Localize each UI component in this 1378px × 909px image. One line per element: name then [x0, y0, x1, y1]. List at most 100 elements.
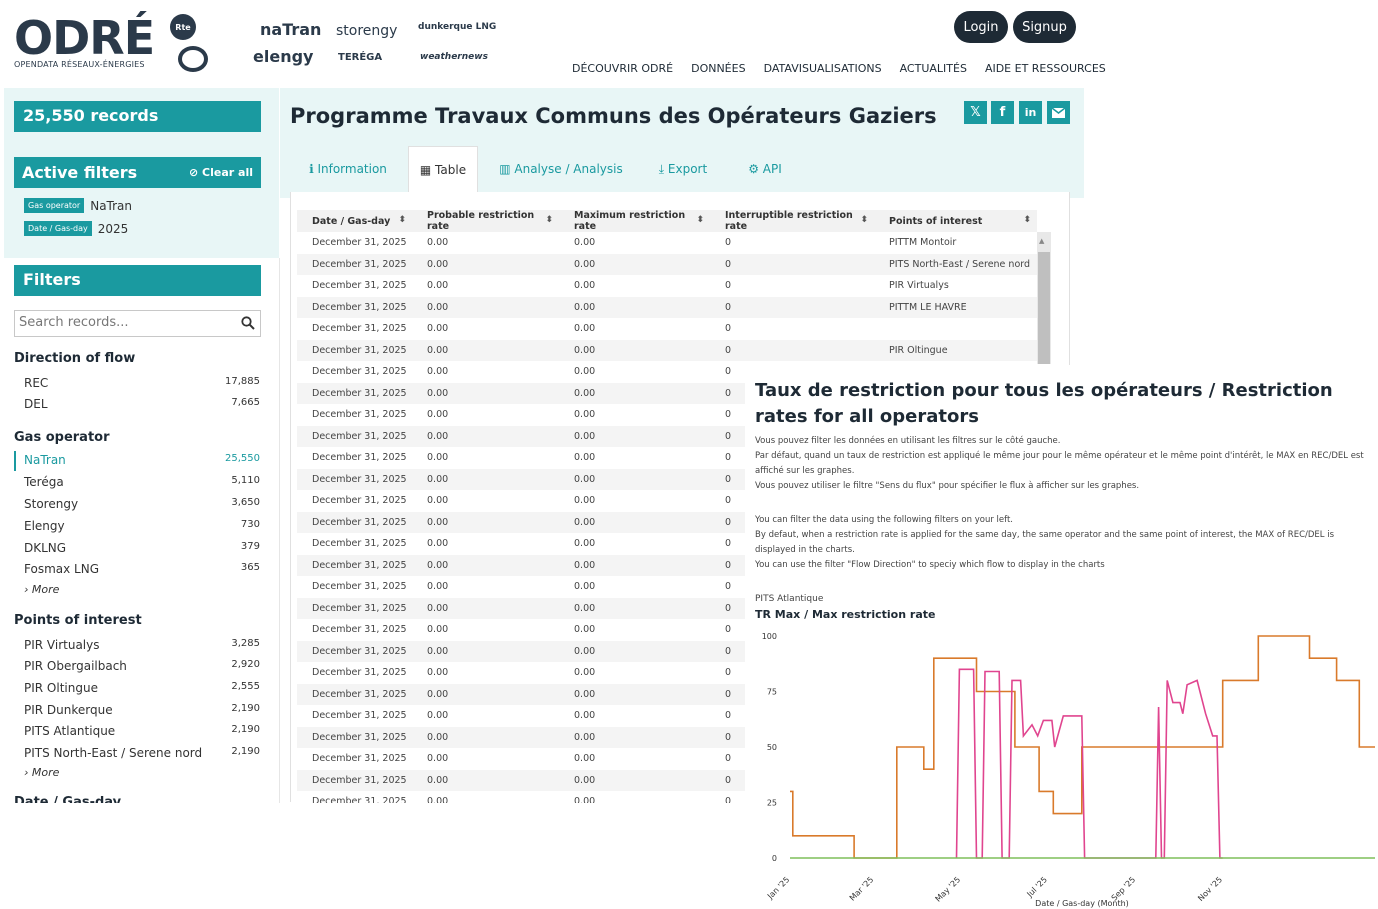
table-cell: PIR Oltingue	[874, 339, 1037, 361]
table-cell: December 31, 2025	[312, 538, 407, 550]
rte-logo[interactable]: Rte	[170, 14, 196, 40]
table-cell: December 31, 2025	[312, 323, 407, 335]
nav-donnees[interactable]: DONNÉES	[691, 62, 745, 75]
column-header[interactable]: Date / Gas-day ⬍	[297, 210, 412, 232]
login-button[interactable]: Login	[954, 11, 1008, 43]
table-cell: 0.00	[559, 554, 710, 576]
odre-logo[interactable]: ODRÉ OPENDATA RÉSEAUX-ÉNERGIES	[14, 14, 155, 69]
table-cell: December 31, 2025	[297, 468, 412, 490]
email-share-icon[interactable]	[1047, 101, 1070, 124]
page-title: Programme Travaux Communs des Opérateurs…	[290, 104, 937, 128]
facebook-share-icon[interactable]: f	[991, 101, 1014, 124]
facet-item[interactable]: DKLNG 379	[24, 541, 260, 555]
table-row[interactable]: December 31, 2025 0.00 0.00 0 PITS North-Eas…	[297, 253, 1037, 275]
main-nav: DÉCOUVRIR ODRÉ DONNÉES DATAVISUALISATION…	[572, 62, 1106, 75]
active-filters-header: Active filters ⊘ Clear all	[14, 157, 261, 188]
nav-aide[interactable]: AIDE ET RESSOURCES	[985, 62, 1106, 75]
tab-information[interactable]: ℹ Information	[298, 146, 398, 192]
nav-actualites[interactable]: ACTUALITÉS	[900, 62, 967, 75]
natran-logo[interactable]: naTran	[260, 20, 321, 39]
search-icon[interactable]	[241, 316, 255, 330]
records-count: 25,550 records	[14, 101, 261, 132]
signup-button[interactable]: Signup	[1013, 11, 1076, 43]
nav-decouvrir[interactable]: DÉCOUVRIR ODRÉ	[572, 62, 673, 75]
table-cell: 0.00	[559, 683, 710, 705]
column-header[interactable]: Points of interest ⬍	[874, 210, 1037, 232]
nav-datavisualisations[interactable]: DATAVISUALISATIONS	[764, 62, 882, 75]
table-cell: December 31, 2025	[312, 495, 407, 507]
weathernews-logo[interactable]: weathernews	[420, 52, 488, 62]
filters-title: Filters	[14, 265, 261, 296]
facet-item[interactable]: PITS North-East / Serene nord 2,190	[24, 746, 260, 760]
tab-analysis[interactable]: ▥ Analyse / Analysis	[498, 146, 624, 192]
more-link[interactable]: › More	[24, 583, 59, 596]
table-cell: 0.00	[559, 382, 710, 404]
table-row[interactable]: December 31, 2025 0.00 0.00 0 PIR Oltingue	[297, 339, 1037, 361]
filter-chip-value: 2025	[97, 221, 129, 236]
more-link[interactable]: › More	[24, 766, 59, 779]
column-header[interactable]: Interruptible restriction rate ⬍	[710, 210, 874, 232]
terega-logo[interactable]: TERÉGA	[338, 52, 382, 63]
table-cell: PITS North-East / Serene nord	[874, 253, 1037, 275]
scroll-up-icon[interactable]: ▲	[1039, 237, 1044, 245]
table-cell: 0.00	[412, 468, 559, 490]
facet-item[interactable]: DEL 7,665	[24, 397, 260, 411]
table-row[interactable]: December 31, 2025 0.00 0.00 0 PIR Virtualys	[297, 275, 1037, 297]
facet-item[interactable]: PIR Obergailbach 2,920	[24, 659, 260, 673]
table-cell: 0.00	[412, 683, 559, 705]
active-filter-date[interactable]: Date / Gas-day 2025	[24, 221, 128, 236]
search-input[interactable]: Search records...	[14, 310, 261, 337]
table-row[interactable]: December 31, 2025 0.00 0.00 0	[297, 318, 1037, 340]
sort-icon: ⬍	[860, 215, 868, 225]
header: ODRÉ OPENDATA RÉSEAUX-ÉNERGIES Rte naTra…	[0, 0, 1106, 88]
search-placeholder: Search records...	[19, 315, 129, 330]
dunkerque-lng-logo[interactable]: dunkerque LNG	[418, 22, 496, 32]
x-tick-label: May '25	[934, 875, 963, 904]
facet-item[interactable]: REC 17,885	[24, 376, 260, 390]
column-header[interactable]: Probable restriction rate ⬍	[412, 210, 559, 232]
active-filter-operator[interactable]: Gas operator NaTran	[24, 198, 132, 213]
linkedin-share-icon[interactable]: in	[1019, 101, 1042, 124]
sort-icon: ⬍	[398, 215, 406, 225]
facet-item[interactable]: PIR Dunkerque 2,190	[24, 703, 260, 717]
facet-item[interactable]: PIR Oltingue 2,555	[24, 681, 260, 695]
table-cell: December 31, 2025	[312, 409, 407, 421]
facet-item[interactable]: Fosmax LNG 365	[24, 562, 260, 576]
restriction-rate-chart[interactable]: 0255075100Jan '25 Mar '25 May '25 Jul '25 Se…	[745, 625, 1378, 909]
table-cell: 0.00	[574, 452, 596, 464]
table-cell: 0.00	[574, 323, 596, 335]
table-cell: December 31, 2025	[312, 280, 407, 292]
grdf-logo[interactable]	[178, 46, 208, 72]
clear-all-button[interactable]: ⊘ Clear all	[189, 166, 253, 179]
table-cell: 0.00	[427, 237, 449, 249]
scrollbar-thumb[interactable]	[1038, 252, 1050, 364]
column-header[interactable]: Maximum restriction rate ⬍	[559, 210, 710, 232]
table-cell: 0.00	[427, 323, 449, 335]
facet-item-selected[interactable]: NaTran 25,550	[24, 453, 260, 467]
tab-table[interactable]: ▦ Table	[408, 146, 478, 192]
facet-item[interactable]: PITS Atlantique 2,190	[24, 724, 260, 738]
facet-item[interactable]: Teréga 5,110	[24, 475, 260, 489]
table-cell: 0.00	[427, 667, 449, 679]
elengy-logo[interactable]: elengy	[253, 47, 313, 66]
x-share-icon[interactable]: 𝕏	[964, 101, 987, 124]
tab-export[interactable]: ⤓ Export	[648, 146, 718, 192]
tab-api[interactable]: ⚙ API	[738, 146, 792, 192]
table-cell: 0.00	[427, 624, 449, 636]
facet-points-title: Points of interest	[14, 613, 142, 628]
facet-item[interactable]: Elengy 730	[24, 519, 260, 533]
table-cell: December 31, 2025	[297, 382, 412, 404]
facet-date-title: Date / Gas-day	[14, 795, 122, 803]
storengy-logo[interactable]: storengy	[336, 23, 397, 39]
facet-item[interactable]: PIR Virtualys 3,285	[24, 638, 260, 652]
table-cell: December 31, 2025	[297, 597, 412, 619]
sort-icon: ⬍	[696, 215, 704, 225]
facet-item[interactable]: Storengy 3,650	[24, 497, 260, 511]
table-row[interactable]: December 31, 2025 0.00 0.00 0 PITTM LE HAVRE	[297, 296, 1037, 318]
table-cell: December 31, 2025	[297, 683, 412, 705]
logo-subtitle: OPENDATA RÉSEAUX-ÉNERGIES	[14, 60, 145, 69]
table-row[interactable]: December 31, 2025 0.00 0.00 0 PITTM Montoir	[297, 232, 1037, 254]
table-cell: 0.00	[427, 280, 449, 292]
x-tick-label: Jan '25	[765, 875, 791, 901]
table-cell: 0.00	[574, 667, 596, 679]
